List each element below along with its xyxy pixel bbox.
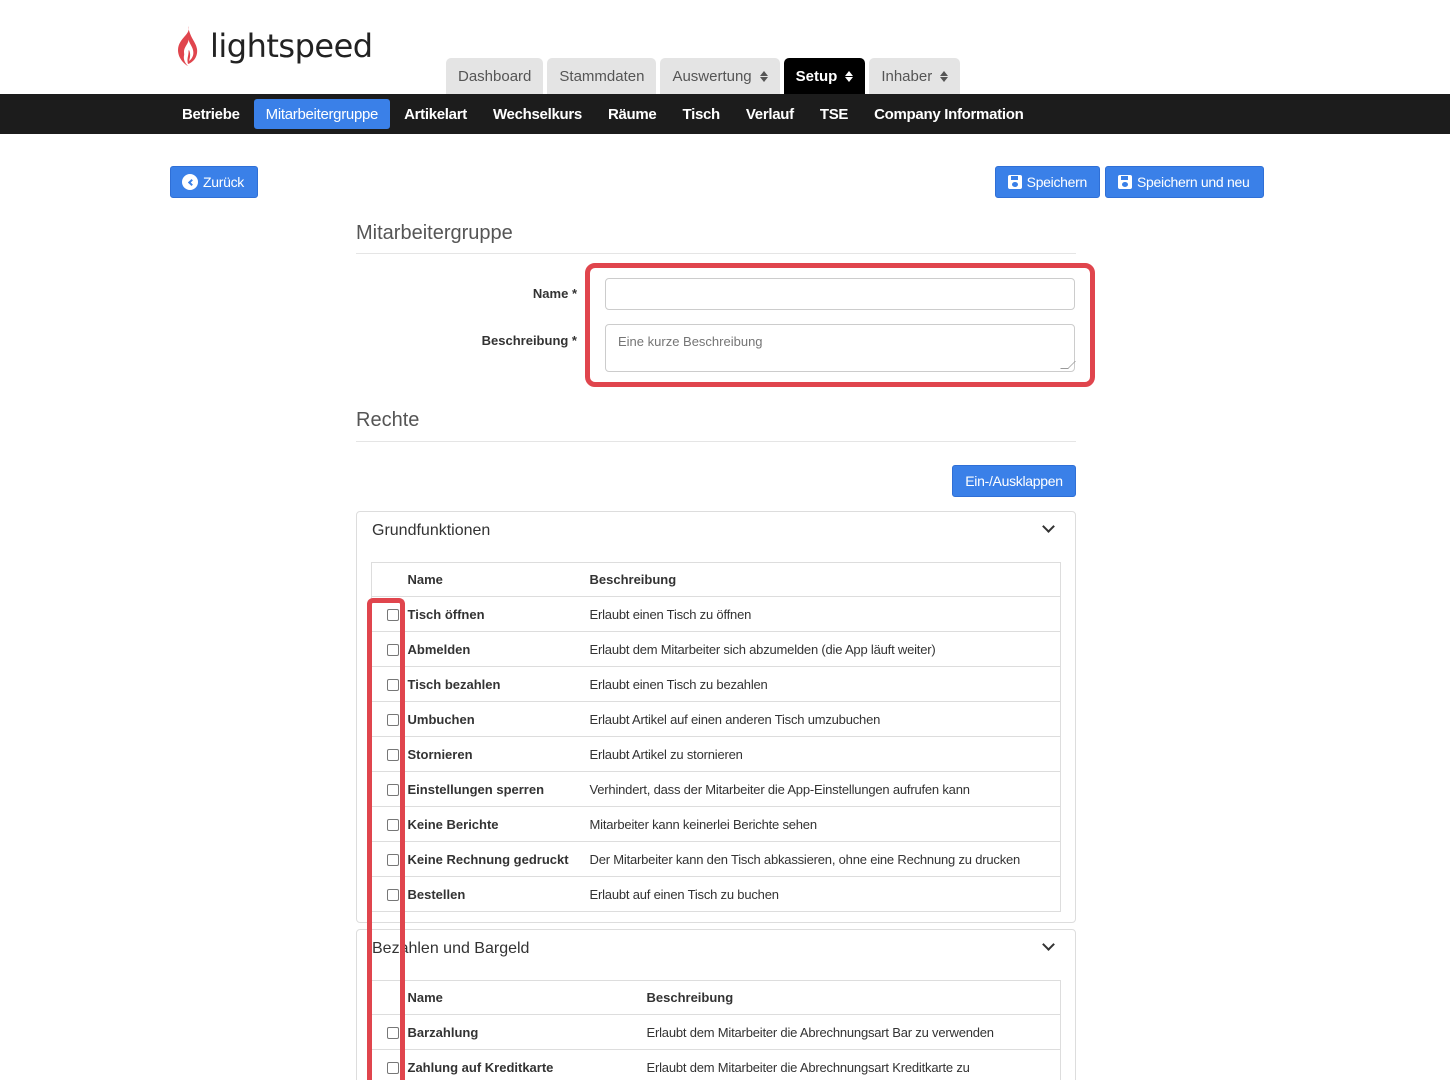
- tab-label: Dashboard: [458, 67, 532, 85]
- rights-table-bezahlen: Name Beschreibung Barzahlung Erlaubt dem …: [371, 980, 1061, 1080]
- right-description: Erlaubt Artikel zu stornieren: [589, 736, 1061, 772]
- chevron-down-icon[interactable]: [1042, 520, 1055, 533]
- right-name: Tisch öffnen: [407, 596, 590, 632]
- rights-table-grundfunktionen: Name Beschreibung Tisch öffnen Erlaubt ei…: [371, 562, 1061, 912]
- annotation-highlight-checkboxes: [367, 598, 405, 1080]
- subnav-verlauf[interactable]: Verlauf: [734, 99, 806, 129]
- tab-label: Setup: [795, 67, 838, 85]
- right-description: Erlaubt dem Mitarbeiter die Abrechnungsa…: [646, 1049, 1061, 1080]
- table-header-row: Name Beschreibung: [371, 562, 1061, 597]
- chevron-down-icon[interactable]: [1042, 938, 1055, 951]
- right-name: Keine Rechnung gedruckt: [407, 841, 590, 877]
- divider: [356, 253, 1076, 254]
- table-row: Stornieren Erlaubt Artikel zu stornieren: [371, 736, 1061, 772]
- flame-icon: [178, 26, 198, 66]
- right-description: Erlaubt dem Mitarbeiter sich abzumelden …: [589, 631, 1061, 667]
- header-checkbox-col: [371, 562, 408, 597]
- floppy-disk-icon: [1008, 175, 1022, 189]
- right-description: Erlaubt Artikel auf einen anderen Tisch …: [589, 701, 1061, 737]
- table-row: Keine Rechnung gedruckt Der Mitarbeiter k…: [371, 841, 1061, 877]
- tab-stammdaten[interactable]: Stammdaten: [547, 58, 657, 94]
- sort-icon: [759, 70, 768, 82]
- tab-dashboard[interactable]: Dashboard: [446, 58, 544, 94]
- tab-label: Stammdaten: [559, 67, 645, 85]
- tab-inhaber[interactable]: Inhaber: [869, 58, 961, 94]
- sort-icon: [845, 70, 854, 82]
- right-name: Tisch bezahlen: [407, 666, 590, 702]
- subnav-mitarbeitergruppe[interactable]: Mitarbeitergruppe: [253, 99, 391, 129]
- subnav-betriebe[interactable]: Betriebe: [170, 99, 252, 129]
- save-button-label: Speichern: [1026, 174, 1088, 190]
- right-name: Bestellen: [407, 876, 590, 912]
- back-button[interactable]: Zurück: [170, 166, 258, 198]
- panel-title: Grundfunktionen: [372, 522, 491, 539]
- right-description: Erlaubt dem Mitarbeiter die Abrechnungsa…: [646, 1014, 1061, 1050]
- right-description: Verhindert, dass der Mitarbeiter die App…: [589, 771, 1061, 807]
- expand-collapse-button[interactable]: Ein-/Ausklappen: [952, 465, 1076, 497]
- table-row: Umbuchen Erlaubt Artikel auf einen andere…: [371, 701, 1061, 737]
- rights-section-title: Rechte: [356, 409, 420, 431]
- right-description: Erlaubt auf einen Tisch zu buchen: [589, 876, 1061, 912]
- lightspeed-logo[interactable]: lightspeed: [172, 24, 373, 68]
- right-description: Mitarbeiter kann keinerlei Berichte sehe…: [589, 806, 1061, 842]
- logo-text: lightspeed: [210, 27, 373, 65]
- table-row: Bestellen Erlaubt auf einen Tisch zu buch…: [371, 876, 1061, 912]
- description-label: Beschreibung *: [481, 333, 577, 348]
- tab-label: Auswertung: [672, 67, 752, 85]
- right-description: Der Mitarbeiter kann den Tisch abkassier…: [589, 841, 1061, 877]
- right-name: Abmelden: [407, 631, 590, 667]
- divider: [356, 441, 1076, 442]
- right-description: Erlaubt einen Tisch zu öffnen: [589, 596, 1061, 632]
- header-description: Beschreibung: [589, 562, 1061, 597]
- subnav-tisch[interactable]: Tisch: [670, 99, 731, 129]
- header-description: Beschreibung: [646, 980, 1061, 1015]
- table-row: Einstellungen sperren Verhindert, dass de…: [371, 771, 1061, 807]
- subnav-wechselkurs[interactable]: Wechselkurs: [481, 99, 594, 129]
- header-name: Name: [407, 980, 647, 1015]
- table-row: Tisch öffnen Erlaubt einen Tisch zu öffne…: [371, 596, 1061, 632]
- table-row: Keine Berichte Mitarbeiter kann keinerlei…: [371, 806, 1061, 842]
- sort-icon: [940, 70, 949, 82]
- right-description: Erlaubt einen Tisch zu bezahlen: [589, 666, 1061, 702]
- table-header-row: Name Beschreibung: [371, 980, 1061, 1015]
- table-row: Zahlung auf Kreditkarte Erlaubt dem Mitar…: [371, 1049, 1061, 1080]
- right-name: Einstellungen sperren: [407, 771, 590, 807]
- subnav-artikelart[interactable]: Artikelart: [392, 99, 479, 129]
- top-tabs: Dashboard Stammdaten Auswertung Setup In…: [446, 58, 961, 94]
- right-name: Umbuchen: [407, 701, 590, 737]
- back-button-label: Zurück: [203, 174, 244, 190]
- table-row: Tisch bezahlen Erlaubt einen Tisch zu bez…: [371, 666, 1061, 702]
- sub-navigation: Betriebe Mitarbeitergruppe Artikelart We…: [0, 94, 1450, 134]
- right-name: Barzahlung: [407, 1014, 647, 1050]
- table-row: Barzahlung Erlaubt dem Mitarbeiter die Ab…: [371, 1014, 1061, 1050]
- table-row: Abmelden Erlaubt dem Mitarbeiter sich abz…: [371, 631, 1061, 667]
- tab-setup[interactable]: Setup: [783, 58, 866, 94]
- form-section-title: Mitarbeitergruppe: [356, 222, 513, 244]
- name-label: Name *: [532, 286, 577, 301]
- right-name: Keine Berichte: [407, 806, 590, 842]
- subnav-raeume[interactable]: Räume: [596, 99, 669, 129]
- annotation-highlight-form: [585, 263, 1095, 387]
- subnav-tse[interactable]: TSE: [808, 99, 860, 129]
- subnav-company-information[interactable]: Company Information: [862, 99, 1035, 129]
- right-name: Zahlung auf Kreditkarte: [407, 1049, 647, 1080]
- save-and-new-button[interactable]: Speichern und neu: [1105, 166, 1264, 198]
- right-name: Stornieren: [407, 736, 590, 772]
- save-and-new-button-label: Speichern und neu: [1137, 174, 1250, 190]
- save-button[interactable]: Speichern: [995, 166, 1100, 198]
- tab-auswertung[interactable]: Auswertung: [660, 58, 780, 94]
- header-name: Name: [407, 562, 590, 597]
- tab-label: Inhaber: [881, 67, 933, 85]
- floppy-disk-icon: [1118, 175, 1132, 189]
- chevron-left-circle-icon: [182, 174, 198, 190]
